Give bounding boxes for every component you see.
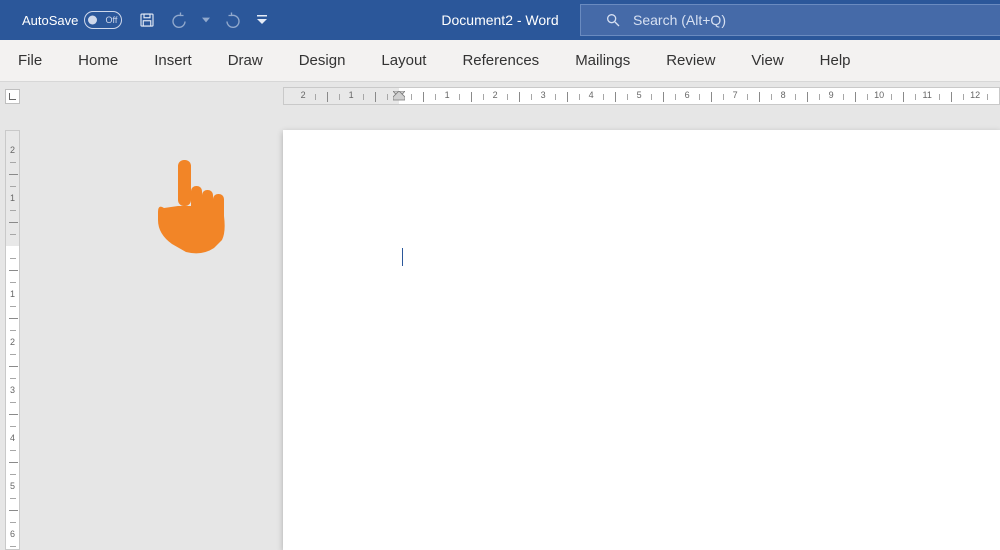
vertical-ruler[interactable]: 21123456 — [5, 130, 20, 550]
autosave-group: AutoSave Off — [22, 11, 122, 29]
document-page[interactable] — [283, 130, 1000, 550]
pointer-hand-icon — [156, 160, 226, 255]
search-box[interactable]: Search (Alt+Q) — [580, 4, 1000, 36]
autosave-toggle[interactable]: Off — [84, 11, 122, 29]
redo-icon[interactable] — [224, 11, 242, 29]
autosave-label: AutoSave — [22, 13, 78, 28]
autosave-state: Off — [106, 15, 118, 25]
tab-references[interactable]: References — [444, 40, 557, 81]
document-title: Document2 - Word — [441, 12, 558, 28]
tab-file[interactable]: File — [0, 40, 60, 81]
search-placeholder: Search (Alt+Q) — [633, 12, 726, 28]
hanging-indent-marker[interactable] — [393, 88, 405, 105]
tab-insert[interactable]: Insert — [136, 40, 210, 81]
undo-icon[interactable] — [170, 11, 188, 29]
tab-mailings[interactable]: Mailings — [557, 40, 648, 81]
search-icon — [605, 12, 621, 28]
quick-access-toolbar — [138, 11, 268, 29]
customize-qat-icon[interactable] — [256, 14, 268, 26]
title-bar: AutoSave Off — [0, 0, 1000, 40]
horizontal-ruler[interactable]: 21123456789101112 — [283, 87, 1000, 105]
undo-dropdown-icon[interactable] — [202, 16, 210, 24]
tab-help[interactable]: Help — [802, 40, 869, 81]
tab-stop-selector[interactable] — [5, 89, 20, 104]
tab-review[interactable]: Review — [648, 40, 733, 81]
document-workspace: 21123456789101112 21123456 — [0, 82, 1000, 550]
ribbon-tabs: File Home Insert Draw Design Layout Refe… — [0, 40, 1000, 82]
save-icon[interactable] — [138, 11, 156, 29]
tab-layout[interactable]: Layout — [363, 40, 444, 81]
tab-draw[interactable]: Draw — [210, 40, 281, 81]
tab-home[interactable]: Home — [60, 40, 136, 81]
text-cursor — [402, 248, 403, 266]
tab-design[interactable]: Design — [281, 40, 364, 81]
tab-view[interactable]: View — [733, 40, 801, 81]
